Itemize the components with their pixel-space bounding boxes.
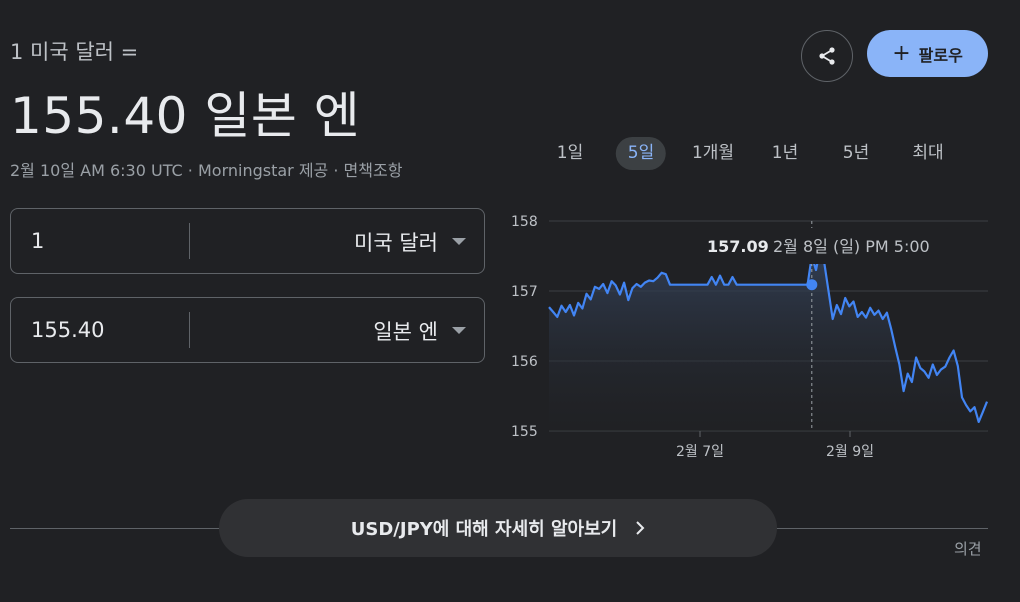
- share-button[interactable]: [801, 30, 853, 82]
- series-area: [549, 249, 987, 431]
- chevron-down-icon[interactable]: [452, 238, 466, 245]
- source-meta: 2월 10일 AM 6:30 UTC · Morningstar 제공 · 면책…: [10, 161, 403, 180]
- price-chart[interactable]: 158 157 156 155 2월 7일 2월 9일 157.09 2월 8일 (일) …: [500, 200, 1000, 470]
- conversion-subtitle: 1 미국 달러 =: [10, 40, 139, 64]
- range-tab-1m[interactable]: 1개월: [680, 137, 746, 170]
- feedback-link[interactable]: 의견: [954, 538, 982, 559]
- plus-icon: +: [892, 40, 911, 66]
- conversion-result: 155.40 일본 엔: [10, 87, 361, 145]
- from-amount-input[interactable]: 1: [31, 229, 44, 253]
- x-tick-label: 2월 9일: [826, 444, 874, 460]
- range-tab-max[interactable]: 최대: [900, 137, 955, 170]
- learn-more-button[interactable]: USD/JPY에 대해 자세히 알아보기: [219, 499, 777, 557]
- field-divider: [189, 223, 190, 259]
- to-currency-select[interactable]: 일본 엔: [373, 316, 438, 346]
- to-amount-input[interactable]: 155.40: [31, 318, 104, 342]
- follow-button[interactable]: + 팔로우: [867, 30, 988, 77]
- from-currency-field[interactable]: 1 미국 달러: [10, 208, 485, 274]
- learn-more-label: USD/JPY에 대해 자세히 알아보기: [350, 519, 618, 540]
- y-tick-label: 158: [511, 214, 538, 230]
- x-tick-label: 2월 7일: [676, 444, 724, 460]
- y-tick-label: 157: [511, 284, 538, 300]
- follow-label: 팔로우: [918, 45, 963, 65]
- divider-line: [10, 528, 222, 529]
- chevron-right-icon: [636, 521, 645, 535]
- range-tab-5d[interactable]: 5일: [615, 137, 667, 170]
- range-tab-5y[interactable]: 5년: [831, 137, 881, 170]
- share-icon: [819, 47, 835, 65]
- chevron-down-icon[interactable]: [452, 327, 466, 334]
- hover-point: [806, 279, 818, 291]
- chart-tooltip: 157.09 2월 8일 (일) PM 5:00: [696, 228, 948, 264]
- to-currency-field[interactable]: 155.40 일본 엔: [10, 297, 485, 363]
- y-tick-label: 156: [511, 354, 538, 370]
- divider-line: [776, 528, 988, 529]
- range-tab-1d[interactable]: 1일: [545, 137, 595, 170]
- tooltip-datetime: 2월 8일 (일) PM 5:00: [773, 237, 930, 256]
- tooltip-value: 157.09: [707, 237, 769, 256]
- y-tick-label: 155: [511, 424, 538, 440]
- from-currency-select[interactable]: 미국 달러: [354, 227, 438, 257]
- range-tab-1y[interactable]: 1년: [760, 137, 810, 170]
- field-divider: [189, 312, 190, 348]
